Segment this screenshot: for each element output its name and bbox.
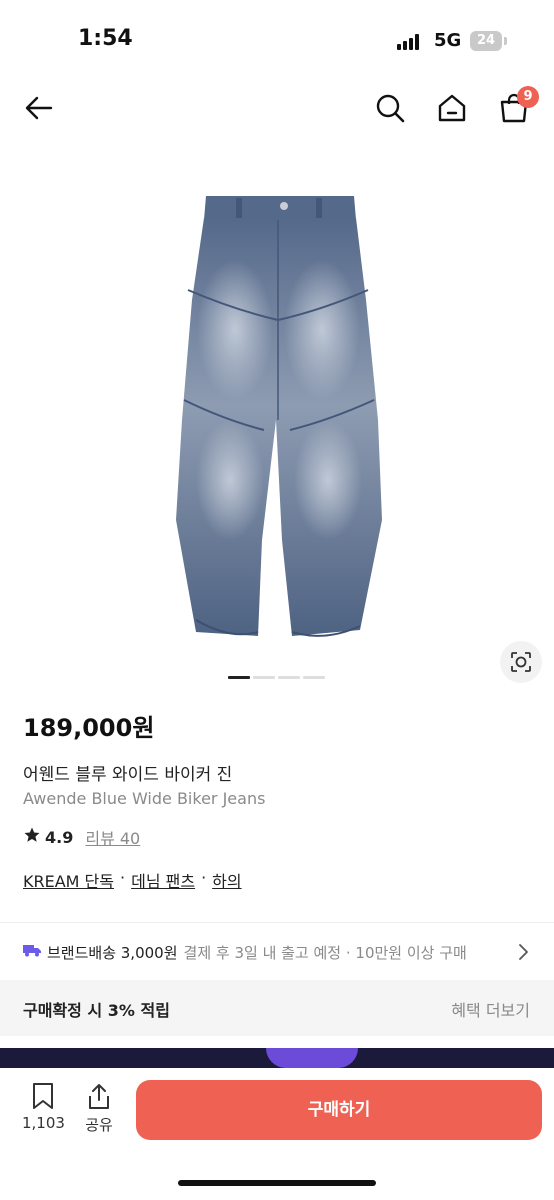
points-benefit-row: 구매확정 시 3% 적립 혜택 더보기	[0, 980, 554, 1036]
share-button[interactable]: 공유	[80, 1082, 118, 1134]
section-divider	[0, 922, 554, 923]
category-link-bottoms[interactable]: 하의	[212, 868, 241, 892]
share-label: 공유	[85, 1116, 113, 1134]
network-type: 5G	[434, 30, 462, 51]
promo-graphic	[266, 1048, 358, 1068]
rating-row: 4.9 리뷰 40	[23, 826, 140, 848]
rating-value: 4.9	[45, 827, 74, 847]
shipping-info-row[interactable]: 브랜드배송 3,000원 결제 후 3일 내 출고 예정 · 10만원 이상 구…	[23, 940, 533, 964]
visual-search-icon[interactable]	[500, 641, 542, 683]
points-label: 구매확정 시 3% 적립	[23, 1001, 170, 1020]
product-name-en: Awende Blue Wide Biker Jeans	[23, 789, 266, 808]
review-link[interactable]: 리뷰 40	[85, 825, 140, 849]
separator: ·	[120, 868, 126, 887]
pager-dot-active	[228, 676, 250, 679]
shipping-fee: 브랜드배송 3,000원	[47, 943, 178, 962]
category-link-kream-exclusive[interactable]: KREAM 단독	[23, 868, 114, 892]
home-indicator	[178, 1180, 376, 1186]
top-nav	[0, 80, 554, 136]
buy-button[interactable]: 구매하기	[136, 1080, 542, 1140]
shipping-detail: 결제 후 3일 내 출고 예정 · 10만원 이상 구매	[183, 943, 467, 962]
cart-count-badge: 9	[517, 86, 539, 108]
category-link-denim-pants[interactable]: 데님 팬츠	[131, 868, 195, 892]
chevron-right-icon[interactable]	[517, 942, 531, 962]
product-name-ko: 어웬드 블루 와이드 바이커 진	[23, 765, 233, 785]
pager-dot	[253, 676, 275, 679]
battery-tip	[504, 37, 507, 45]
search-icon[interactable]	[374, 92, 406, 124]
status-bar: 1:54 5G 24	[0, 0, 554, 80]
product-price: 189,000원	[23, 714, 155, 742]
benefits-more-link[interactable]: 혜택 더보기	[451, 997, 530, 1021]
pager-dot	[278, 676, 300, 679]
bookmark-count: 1,103	[22, 1114, 65, 1132]
home-icon[interactable]	[436, 92, 468, 124]
battery-icon: 24	[470, 31, 502, 51]
separator: ·	[201, 868, 207, 887]
star-icon	[23, 826, 41, 848]
signal-icon	[397, 34, 423, 50]
back-arrow-icon[interactable]	[23, 92, 55, 124]
status-time: 1:54	[78, 26, 133, 51]
category-breadcrumb: KREAM 단독 · 데님 팬츠 · 하의	[23, 868, 242, 892]
truck-icon	[23, 943, 41, 961]
bookmark-button[interactable]: 1,103	[22, 1082, 65, 1134]
pager-dot	[303, 676, 325, 679]
promo-banner[interactable]	[0, 1048, 554, 1068]
product-image[interactable]	[0, 180, 554, 660]
